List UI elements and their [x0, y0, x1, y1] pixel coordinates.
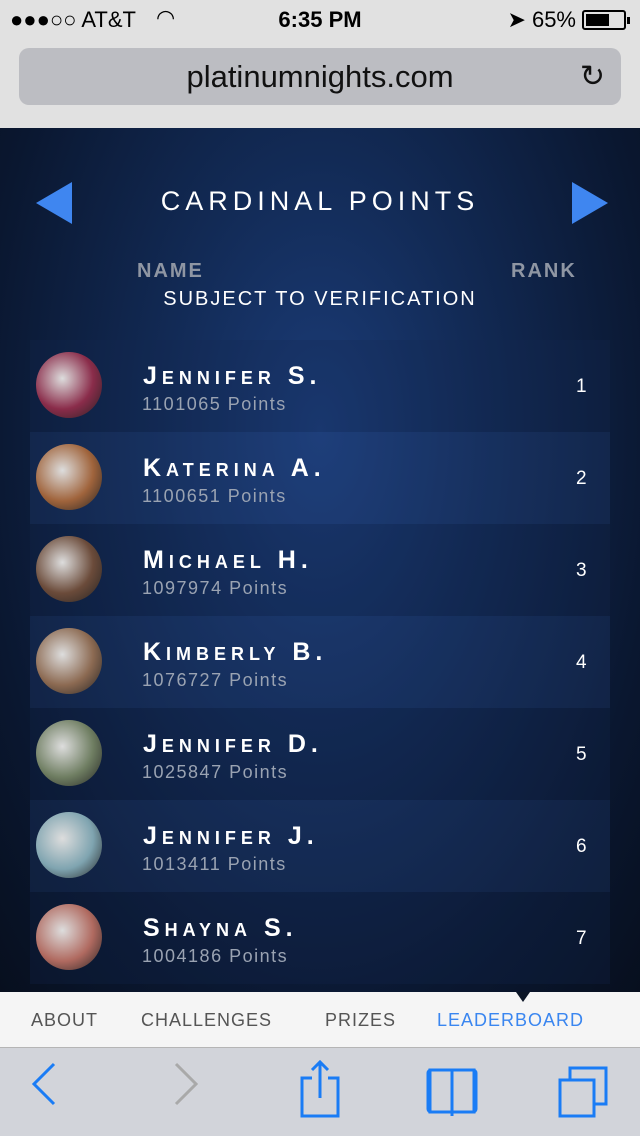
- nav-leaderboard[interactable]: LEADERBOARD: [437, 1010, 584, 1031]
- player-rank: 7: [576, 928, 587, 949]
- player-rank: 1: [576, 376, 587, 397]
- leaderboard-row[interactable]: Kimberly B. 1076727 Points 4: [30, 616, 610, 708]
- address-bar: platinumnights.com ↻: [0, 40, 640, 128]
- player-rank: 6: [576, 836, 587, 857]
- url-field[interactable]: platinumnights.com ↻: [19, 48, 621, 105]
- avatar: [36, 352, 102, 418]
- leaderboard-row[interactable]: Michael H. 1097974 Points 3: [30, 524, 610, 616]
- avatar: [36, 812, 102, 878]
- avatar: [36, 628, 102, 694]
- avatar: [36, 536, 102, 602]
- player-points: 1076727 Points: [142, 670, 289, 690]
- avatar: [36, 720, 102, 786]
- leaderboard-row[interactable]: Jennifer J. 1013411 Points 6: [30, 800, 610, 892]
- avatar: [36, 904, 102, 970]
- reload-icon[interactable]: ↻: [580, 48, 605, 105]
- nav-about[interactable]: ABOUT: [31, 1010, 98, 1031]
- forward-icon[interactable]: [172, 1062, 200, 1111]
- player-name: Shayna S.: [143, 914, 298, 942]
- location-icon: ➤: [507, 7, 526, 32]
- player-rank: 2: [576, 468, 587, 489]
- active-caret-icon: [516, 992, 530, 1002]
- player-name: Jennifer D.: [143, 730, 323, 758]
- leaderboard: CARDINAL POINTS NAME RANK SUBJECT TO VER…: [0, 128, 640, 992]
- player-name: Jennifer S.: [143, 362, 322, 390]
- battery-percent: 65%: [531, 7, 576, 32]
- status-bar: ●●●○○ AT&T ◠ 6:35 PM ➤ 65%: [0, 0, 640, 40]
- leaderboard-row[interactable]: Jennifer D. 1025847 Points 5: [30, 708, 610, 800]
- player-name: Michael H.: [143, 546, 313, 574]
- url-text: platinumnights.com: [186, 59, 454, 94]
- share-icon[interactable]: [300, 1058, 340, 1123]
- battery-icon: [582, 10, 630, 30]
- verification-note: SUBJECT TO VERIFICATION: [163, 288, 477, 310]
- column-rank: RANK: [511, 260, 577, 282]
- player-points: 1025847 Points: [142, 762, 289, 782]
- player-name: Kimberly B.: [143, 638, 328, 666]
- player-rank: 4: [576, 652, 587, 673]
- browser-toolbar: [0, 1048, 640, 1136]
- nav-challenges[interactable]: CHALLENGES: [141, 1010, 272, 1031]
- player-rank: 3: [576, 560, 587, 581]
- player-points: 1100651 Points: [142, 486, 287, 506]
- player-points: 1097974 Points: [142, 578, 289, 598]
- player-points: 1101065 Points: [142, 394, 287, 414]
- player-points: 1013411 Points: [142, 854, 287, 874]
- back-icon[interactable]: [30, 1062, 58, 1111]
- player-name: Jennifer J.: [143, 822, 319, 850]
- leaderboard-row[interactable]: Katerina A. 1100651 Points 2: [30, 432, 610, 524]
- board-title: CARDINAL POINTS: [160, 186, 480, 216]
- leaderboard-row[interactable]: Jennifer S. 1101065 Points 1: [30, 340, 610, 432]
- nav-prizes[interactable]: PRIZES: [325, 1010, 396, 1031]
- column-name: NAME: [137, 260, 204, 282]
- bookmarks-icon[interactable]: [426, 1068, 478, 1123]
- player-name: Katerina A.: [143, 454, 326, 482]
- site-nav: ABOUT CHALLENGES PRIZES LEADERBOARD: [0, 992, 640, 1048]
- avatar: [36, 444, 102, 510]
- tabs-icon[interactable]: [558, 1066, 610, 1123]
- leaderboard-row[interactable]: Shayna S. 1004186 Points 7: [30, 892, 610, 984]
- player-points: 1004186 Points: [142, 946, 289, 966]
- player-rank: 5: [576, 744, 587, 765]
